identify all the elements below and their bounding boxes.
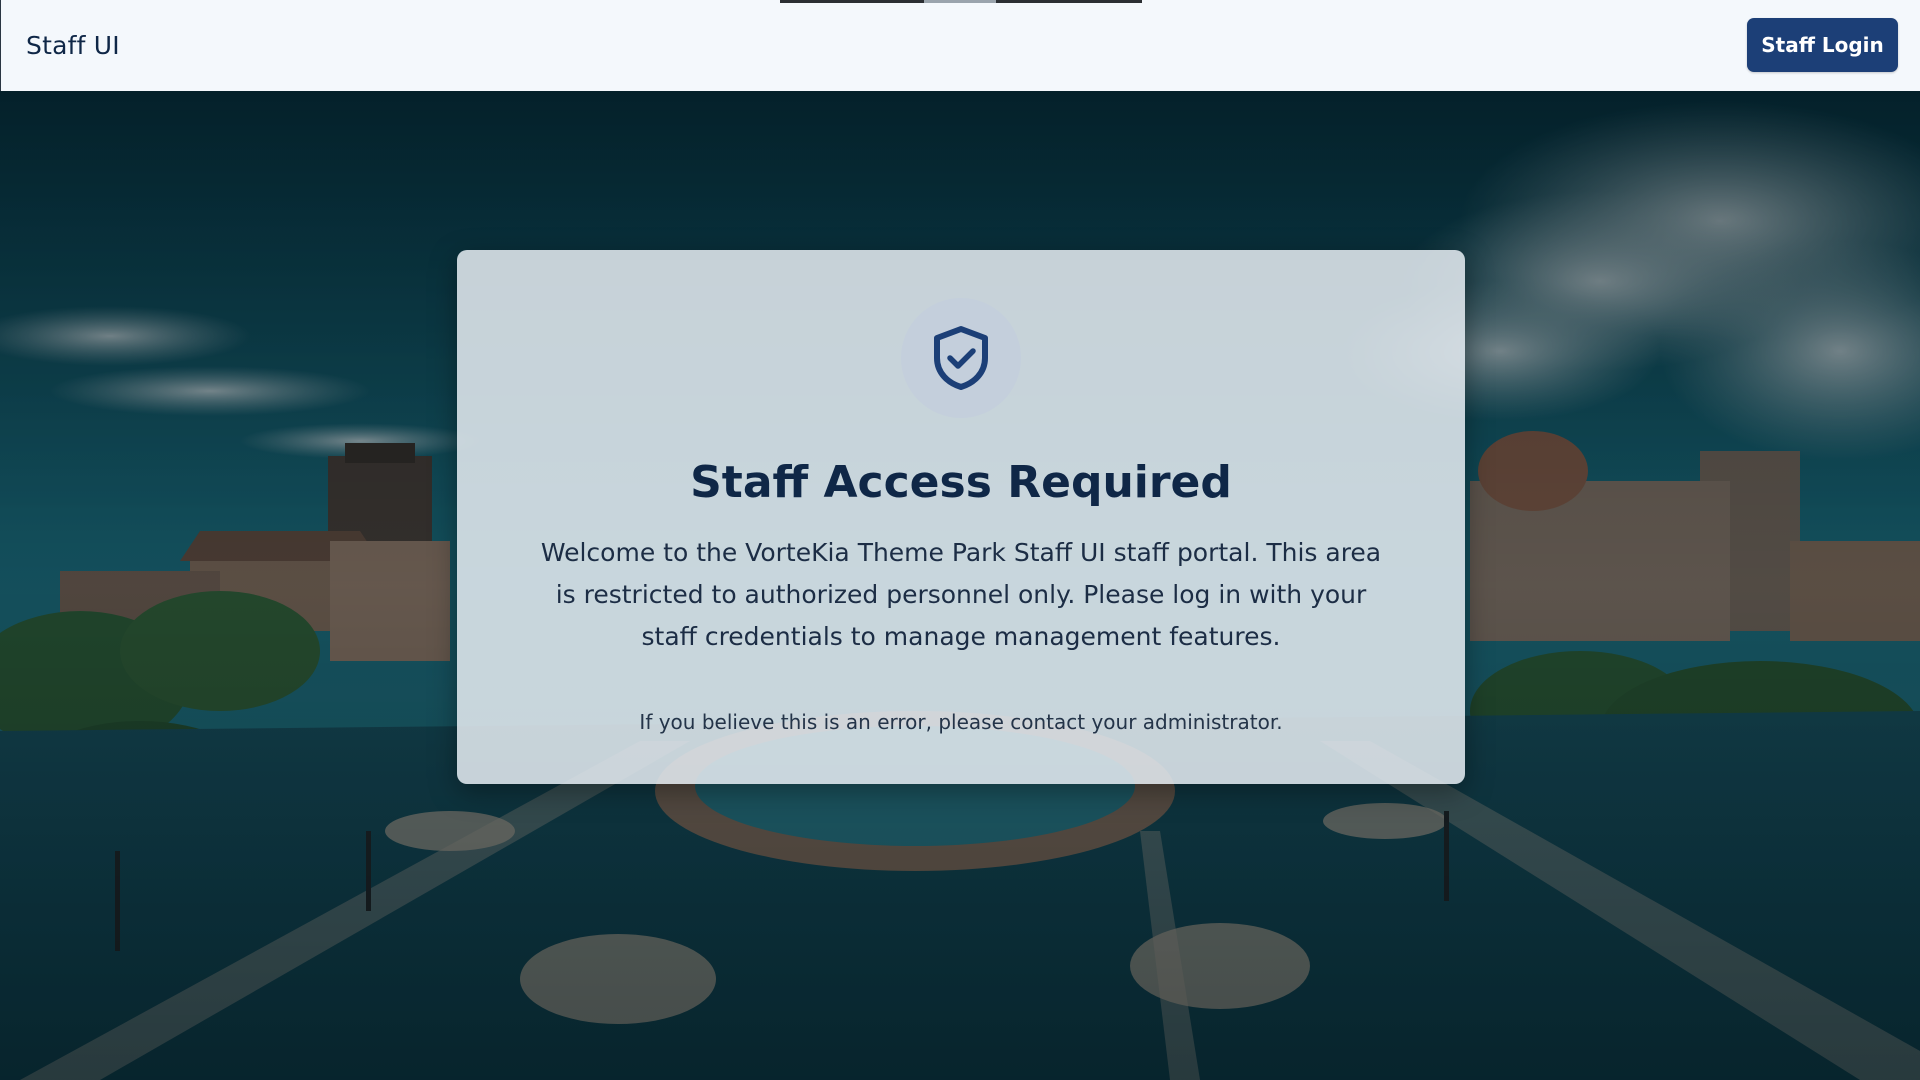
page-title: Staff Access Required — [690, 457, 1232, 508]
access-description: Welcome to the VorteKia Theme Park Staff… — [540, 538, 1382, 651]
top-scroll-indicator — [780, 0, 1142, 3]
shield-icon-badge — [901, 298, 1021, 418]
brand-title[interactable]: Staff UI — [26, 28, 120, 64]
access-required-card: Staff Access Required Welcome to the Vor… — [457, 250, 1465, 784]
admin-contact-note: If you believe this is an error, please … — [639, 710, 1283, 734]
staff-portal-page: Staff UI Staff Login Staff Access Requir… — [0, 0, 1920, 1080]
staff-login-button[interactable]: Staff Login — [1747, 18, 1898, 72]
top-navbar: Staff UI Staff Login — [0, 0, 1920, 91]
shield-check-icon — [934, 326, 988, 390]
